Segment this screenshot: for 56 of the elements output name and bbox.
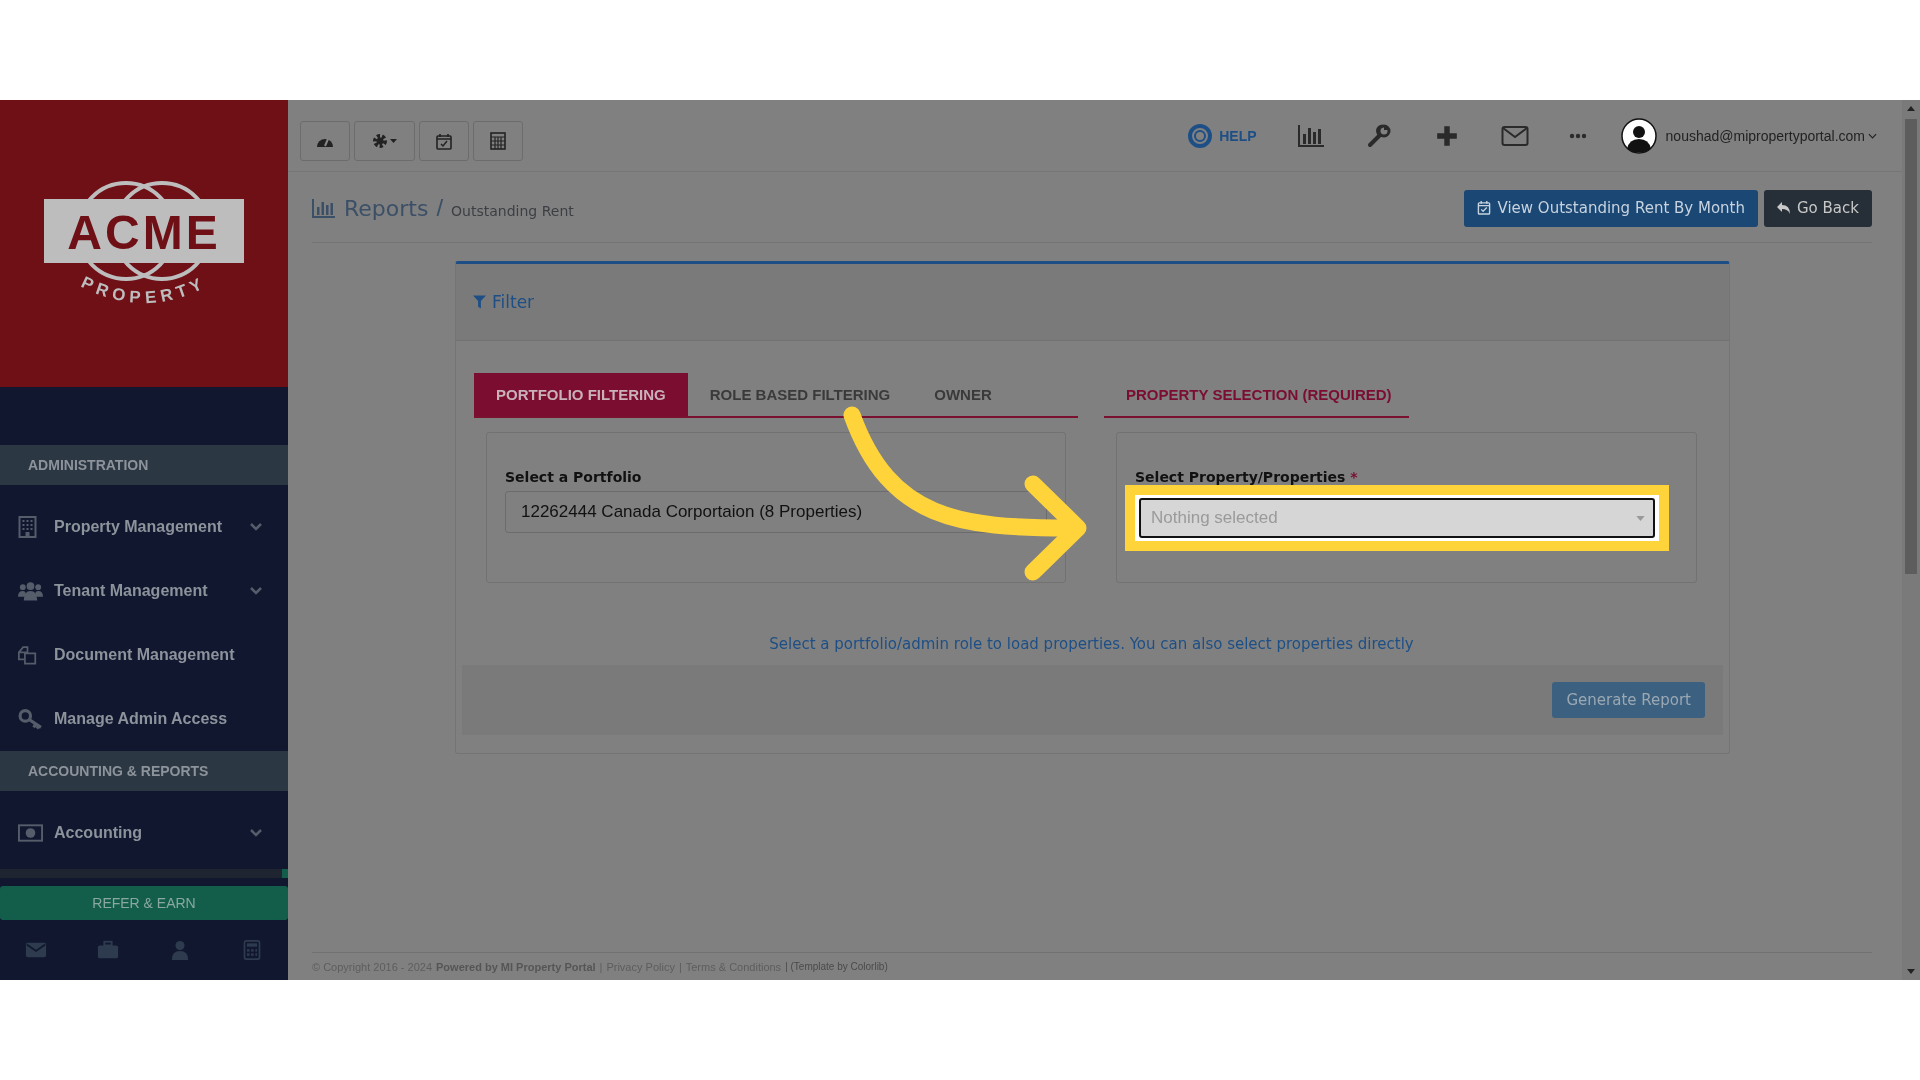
section-heading: ACCOUNTING & REPORTS <box>0 751 288 791</box>
breadcrumb-separator: / <box>436 194 444 222</box>
scrollbar[interactable] <box>1902 100 1920 980</box>
calendar-icon <box>1477 201 1492 215</box>
gear-icon <box>371 133 398 149</box>
more-icon[interactable] <box>1568 132 1587 139</box>
page-title: Reports <box>344 196 429 221</box>
tab[interactable]: ROLE BASED FILTERING <box>687 373 913 416</box>
separator-text: | <box>599 960 603 973</box>
tab[interactable]: PORTFOLIO FILTERING <box>474 373 688 416</box>
building-icon <box>18 516 37 538</box>
scroll-down-icon[interactable] <box>1907 969 1915 974</box>
sidebar-item[interactable]: Property Management <box>0 495 288 559</box>
panel-title: Filter <box>492 292 535 312</box>
go-back-button[interactable]: Go Back <box>1764 189 1872 227</box>
filter-icon <box>473 295 486 309</box>
sidebar-item[interactable]: Manage Admin Access <box>0 687 288 751</box>
dashboard-button[interactable] <box>300 121 350 161</box>
separator-text: | <box>678 960 682 973</box>
required-mark: * <box>1350 469 1358 485</box>
caret-icon <box>1636 515 1645 521</box>
calculator-button[interactable] <box>473 121 523 161</box>
field-label: Select a Portfolio <box>505 469 643 485</box>
lifebuoy-icon <box>1187 122 1214 149</box>
calendar-icon <box>436 132 452 150</box>
generate-report-button[interactable]: Generate Report <box>1552 682 1705 718</box>
refer-button[interactable]: REFER & EARN <box>0 886 288 920</box>
help-link[interactable]: HELP <box>1187 122 1257 149</box>
view-by-month-button[interactable]: View Outstanding Rent By Month <box>1464 189 1758 227</box>
breadcrumb-current: Outstanding Rent <box>451 203 574 219</box>
tab[interactable]: OWNER <box>912 373 1014 416</box>
sidebar-item[interactable]: Tenant Management <box>0 559 288 623</box>
caret-icon <box>1868 132 1877 139</box>
settings-button[interactable] <box>354 121 415 161</box>
sidebar-item[interactable]: Document Management <box>0 623 288 687</box>
logo: ACME PROPERTY <box>44 168 244 329</box>
user-menu[interactable]: noushad@mipropertyportal.com <box>1665 127 1877 144</box>
bar-chart-icon[interactable] <box>1296 123 1325 148</box>
tab[interactable]: PROPERTY SELECTION (REQUIRED) <box>1104 373 1414 416</box>
scroll-up-icon[interactable] <box>1907 106 1915 111</box>
bar-chart-icon <box>312 198 336 218</box>
field-label: Select Property/Properties * <box>1135 469 1359 485</box>
users-icon <box>18 580 43 602</box>
money-icon <box>18 822 43 844</box>
mail-icon[interactable] <box>1500 123 1529 148</box>
calculator-icon <box>490 132 506 150</box>
documents-icon <box>18 644 37 666</box>
avatar-icon[interactable] <box>1620 117 1657 154</box>
reply-arrow-icon <box>1777 201 1791 215</box>
sidebar-item[interactable]: Accounting <box>0 801 288 865</box>
section-heading: ADMINISTRATION <box>0 445 288 485</box>
portfolio-select[interactable]: 12262444 Canada Corportaion (8 Properties) <box>505 491 1047 533</box>
hint-text: Select a portfolio/admin role to load properties. You can also select properties directly <box>768 635 1415 655</box>
key-icon <box>18 708 43 730</box>
calendar-button[interactable] <box>419 121 469 161</box>
scroll-thumb[interactable] <box>1905 119 1917 574</box>
